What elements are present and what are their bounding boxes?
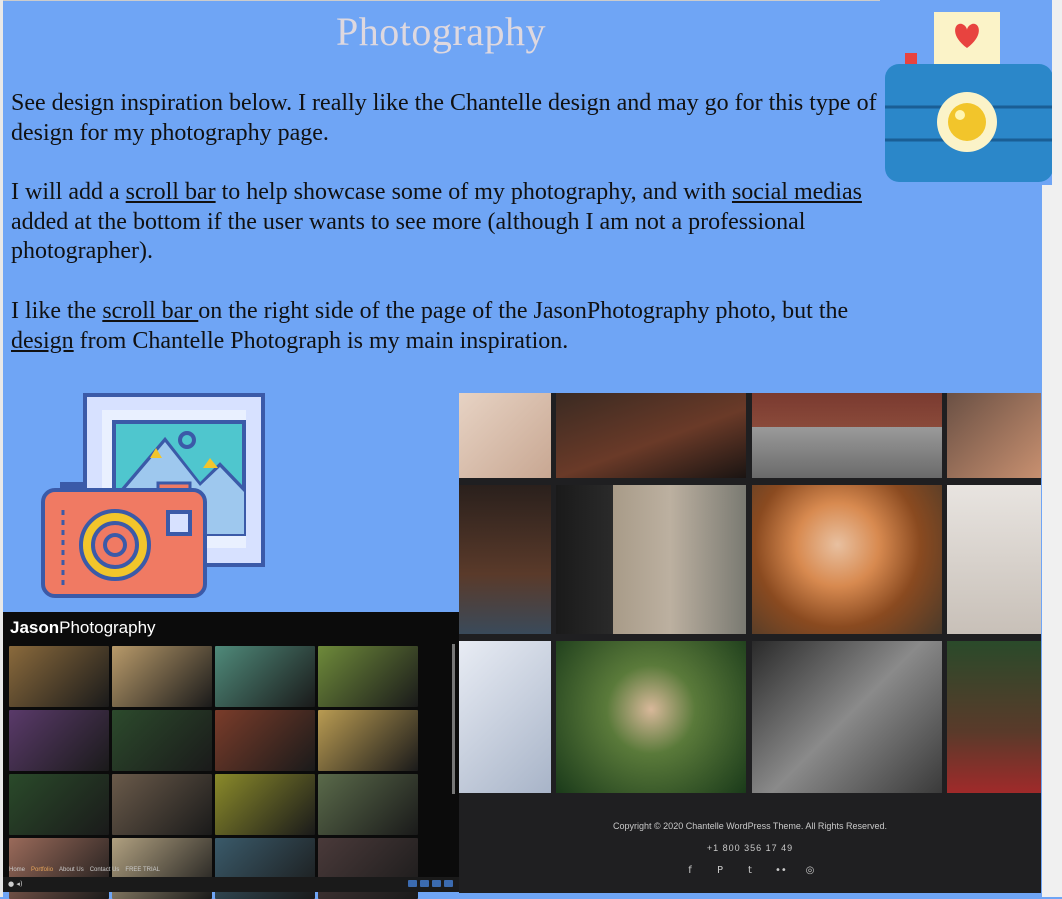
text-span: added at the bottom if the user wants to… [11,208,806,265]
paragraph-inspiration: I like the scroll bar on the right side … [11,297,881,356]
jason-photo-tile[interactable] [215,646,315,707]
design-link[interactable]: design [11,328,74,354]
copyright-text: Copyright © 2020 Chantelle WordPress The… [613,821,887,831]
camera-heart-icon [880,0,1052,185]
jason-nav-item[interactable]: Home [9,867,25,873]
photo-tile[interactable] [459,485,551,634]
facebook-icon[interactable]: f [685,865,695,876]
jason-photo-tile[interactable] [318,646,418,707]
pinterest-icon[interactable]: P [715,865,725,876]
like-button[interactable] [420,880,429,887]
photo-tile[interactable] [947,393,1041,478]
share-button[interactable] [432,880,441,887]
jason-nav-item[interactable]: Portfolio [31,867,53,873]
instagram-icon[interactable]: ◎ [805,865,815,876]
jason-photo-grid [9,646,419,899]
jason-photo-tile[interactable] [215,774,315,835]
jason-photo-tile[interactable] [9,774,109,835]
text-span: I will add a [11,179,126,205]
social-icons: f P t •• ◎ [459,865,1041,876]
photo-tile[interactable] [556,641,746,793]
photo-tile[interactable] [752,641,942,793]
tweet-button[interactable] [408,880,417,887]
chantelle-screenshot: Copyright © 2020 Chantelle WordPress The… [459,393,1041,893]
jason-social-buttons [408,880,453,887]
jason-nav-item[interactable]: FREE TRIAL [125,867,160,873]
jason-photo-tile[interactable] [318,710,418,771]
flickr-icon[interactable]: •• [775,865,787,876]
share-button[interactable] [444,880,453,887]
jason-scrollbar[interactable] [452,644,455,794]
text-span: I like the [11,298,103,324]
phone-number: +1 800 356 17 49 [706,843,794,853]
scroll-bar-link[interactable]: scroll bar [126,179,216,205]
jason-photo-tile[interactable] [318,774,418,835]
jason-photo-tile[interactable] [112,646,212,707]
photo-tile[interactable] [947,485,1041,634]
photo-tile[interactable] [459,641,551,793]
photo-tile[interactable] [556,393,746,478]
photo-camera-icon [41,393,265,598]
jason-photo-tile[interactable] [112,710,212,771]
photo-tile[interactable] [947,641,1041,793]
slide: Photography See design inspiration below… [0,0,1062,899]
jason-nav: Home Portfolio About Us Contact Us FREE TRIA… [9,867,160,873]
jasonphotography-screenshot: JasonPhotography Home Portfolio About Us Co… [3,612,459,899]
jason-logo-rest: Photography [59,618,156,637]
photo-tile[interactable] [459,393,551,478]
jason-photo-tile[interactable] [112,774,212,835]
scroll-bar-link-2[interactable]: scroll bar [102,298,198,324]
photo-tile[interactable] [752,485,942,634]
jason-photo-tile[interactable] [9,710,109,771]
jason-photo-tile[interactable] [9,646,109,707]
photo-tile[interactable] [556,485,746,634]
jason-nav-item[interactable]: Contact Us [90,867,120,873]
chantelle-footer: Copyright © 2020 Chantelle WordPress The… [459,793,1041,893]
paragraph-scrollbar: I will add a scroll bar to help showcase… [11,178,881,267]
social-medias-link[interactable]: social medias [732,179,862,205]
jason-logo-bold: Jason [10,618,60,637]
text-span: to help showcase some of my photography,… [215,179,732,205]
chantelle-photo-grid [459,393,1041,793]
page-title: Photography [336,9,546,54]
text-span: from Chantelle Photograph is my main ins… [73,327,569,354]
jason-bottom-bar: ● ◂) [3,877,459,892]
jason-photo-tile[interactable] [215,710,315,771]
text-span: on the right side of the page of the Jas… [198,298,849,324]
paragraph-intro: See design inspiration below. I really l… [11,90,877,146]
jason-logo: JasonPhotography [10,618,156,638]
twitter-icon[interactable]: t [745,865,755,876]
photo-tile[interactable] [752,393,942,478]
jason-nav-item[interactable]: About Us [59,867,84,873]
media-controls-icon[interactable]: ● ◂) [8,880,23,888]
